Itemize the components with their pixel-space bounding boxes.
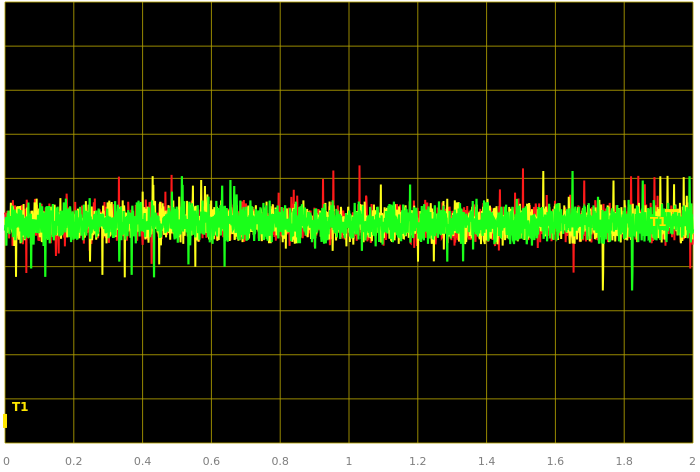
x-tick-label: 1.8 bbox=[615, 455, 633, 468]
chart-svg: T1 T1 0 0.2 0.4 0.6 0.8 1 1.2 1.4 1.6 1.8 2 bbox=[0, 0, 700, 472]
x-tick-label: 1 bbox=[346, 455, 353, 468]
x-tick-label: 0.2 bbox=[65, 455, 83, 468]
trigger-marker-label: T1 bbox=[650, 215, 667, 229]
x-tick-label: 1.4 bbox=[478, 455, 496, 468]
trigger-marker-bar bbox=[665, 209, 679, 213]
x-tick-label: 1.2 bbox=[409, 455, 427, 468]
x-tick-label: 1.6 bbox=[547, 455, 565, 468]
x-tick-label: 0.4 bbox=[134, 455, 152, 468]
x-tick-label: 0 bbox=[3, 455, 10, 468]
x-tick-label: 0.6 bbox=[203, 455, 221, 468]
trigger-marker-bar bbox=[3, 413, 7, 428]
x-tick-label: 2 bbox=[689, 455, 696, 468]
x-tick-label: 0.8 bbox=[271, 455, 289, 468]
oscilloscope-chart: T1 T1 0 0.2 0.4 0.6 0.8 1 1.2 1.4 1.6 1.8 2 bbox=[0, 0, 700, 472]
trigger-marker-label: T1 bbox=[12, 400, 29, 414]
